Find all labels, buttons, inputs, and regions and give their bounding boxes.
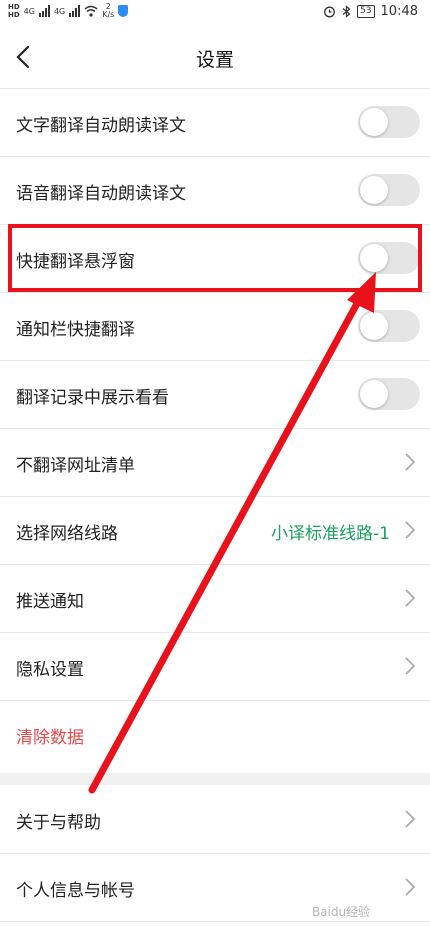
- route-value: 小译标准线路-1: [271, 524, 390, 544]
- row-label: 选择网络线路: [16, 524, 118, 544]
- row-network-route[interactable]: 选择网络线路 小译标准线路-1: [0, 496, 430, 565]
- row-show-in-history[interactable]: 翻译记录中展示看看: [0, 360, 430, 429]
- row-about-help[interactable]: 关于与帮助: [0, 785, 430, 854]
- row-label: 不翻译网址清单: [16, 456, 135, 476]
- row-notification-translate[interactable]: 通知栏快捷翻译: [0, 292, 430, 361]
- chevron-right-icon: [405, 521, 416, 539]
- page-title: 设置: [195, 49, 234, 71]
- chevron-right-icon: [405, 453, 416, 471]
- hd-indicator: HD HD: [8, 3, 20, 19]
- wifi-icon: [84, 5, 98, 17]
- battery-icon: 53: [357, 5, 375, 18]
- section-divider: [0, 773, 430, 785]
- row-label: 翻译记录中展示看看: [16, 388, 169, 408]
- watermark-logo: Baidu经验: [312, 905, 371, 919]
- row-label: 隐私设置: [16, 660, 84, 680]
- clock: 10:48: [380, 4, 418, 19]
- network-speed: 2 K/s: [102, 2, 115, 19]
- bluetooth-icon: [342, 5, 351, 18]
- row-voice-auto-read[interactable]: 语音翻译自动朗读译文: [0, 156, 430, 225]
- shield-icon: [118, 5, 129, 17]
- row-privacy-settings[interactable]: 隐私设置: [0, 632, 430, 701]
- signal-icon-2: [69, 5, 81, 17]
- row-label: 关于与帮助: [16, 813, 101, 833]
- row-push-notification[interactable]: 推送通知: [0, 564, 430, 633]
- chevron-right-icon: [405, 810, 416, 828]
- chevron-right-icon: [405, 878, 416, 896]
- row-no-translate-urls[interactable]: 不翻译网址清单: [0, 428, 430, 497]
- toggle-switch[interactable]: [358, 378, 420, 410]
- annotation-highlight-box: [8, 224, 422, 292]
- alarm-icon: [324, 6, 336, 18]
- app-header: 设置: [0, 26, 430, 89]
- chevron-right-icon: [405, 657, 416, 675]
- row-label: 文字翻译自动朗读译文: [16, 116, 186, 136]
- toggle-switch[interactable]: [358, 106, 420, 138]
- chevron-right-icon: [405, 589, 416, 607]
- row-clear-data[interactable]: 清除数据: [0, 700, 430, 768]
- row-label: 通知栏快捷翻译: [16, 320, 135, 340]
- status-bar: HD HD 4G 4G 2 K/s 53 10:48: [0, 0, 430, 26]
- toggle-switch[interactable]: [358, 174, 420, 206]
- row-label: 推送通知: [16, 592, 84, 612]
- row-text-auto-read[interactable]: 文字翻译自动朗读译文: [0, 88, 430, 157]
- row-label: 语音翻译自动朗读译文: [16, 184, 186, 204]
- row-label: 个人信息与帐号: [16, 881, 135, 901]
- network-type-2: 4G: [53, 6, 66, 16]
- toggle-switch[interactable]: [358, 310, 420, 342]
- network-type-1: 4G: [23, 6, 35, 16]
- signal-icon: [38, 5, 50, 17]
- clear-data-label: 清除数据: [16, 728, 84, 748]
